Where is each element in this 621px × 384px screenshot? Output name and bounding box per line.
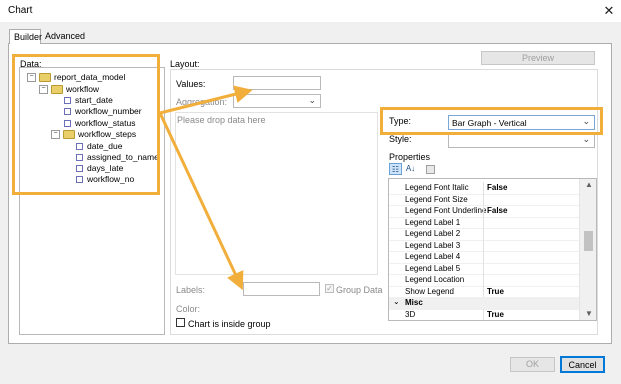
arrow-to-labels <box>158 112 244 291</box>
annotation-arrows <box>158 85 253 291</box>
tab-builder[interactable]: Builder <box>9 29 42 44</box>
arrow-to-values <box>159 85 253 115</box>
